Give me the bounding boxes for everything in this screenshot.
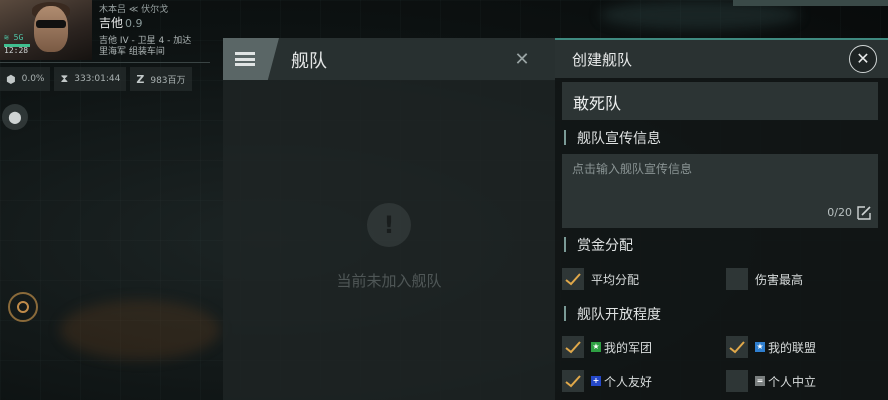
cargo-value: 0.0% (21, 74, 45, 84)
info-icon: ! (367, 203, 411, 247)
promo-char-count: 0/20 (827, 206, 852, 219)
empty-state-text: 当前未加入舰队 (336, 272, 442, 290)
bounty-section-label: 赏金分配 (577, 238, 633, 254)
cargo-stat[interactable]: ⬢ 0.0% (0, 67, 51, 91)
checkmark-icon (565, 273, 581, 286)
promo-input[interactable]: 点击输入舰队宣传信息 0/20 (562, 154, 878, 228)
openness-option-label: 个人友好 (604, 374, 653, 389)
neutral-standing-icon: = (755, 376, 765, 386)
checkbox-checked[interactable] (726, 336, 748, 358)
hourglass-icon: ⧗ (60, 72, 69, 85)
checkmark-icon (565, 375, 581, 388)
openness-option-text: ★ 我的联盟 (755, 339, 816, 356)
fleet-close-button[interactable]: ✕ (511, 49, 533, 71)
openness-option-text: = 个人中立 (755, 373, 816, 390)
checkmark-icon (729, 341, 745, 354)
bounty-section-header: 赏金分配 (562, 233, 882, 257)
avatar-glasses (36, 20, 66, 28)
create-close-button[interactable]: ✕ (849, 45, 877, 73)
security-status: 0.9 (125, 17, 143, 30)
checkbox-checked[interactable] (562, 336, 584, 358)
player-hud: ≋ 5G 12:28 木本吕 ≪ 伏尔戈 吉他 0.9 吉他 IV - 卫星 4 … (0, 0, 215, 100)
stats-row: ⬢ 0.0% ⧗ 333:01:44 Z 983百万 (0, 67, 196, 91)
create-fleet-title: 创建舰队 (572, 51, 633, 69)
openness-option-alliance[interactable]: ★ 我的联盟 (726, 336, 816, 358)
openness-option-text: + 个人友好 (591, 373, 652, 390)
openness-option-label: 个人中立 (768, 374, 817, 389)
section-marker (564, 306, 566, 321)
isk-value: 983百万 (150, 75, 186, 86)
checkbox-checked[interactable] (562, 370, 584, 392)
bounty-option-label: 伤害最高 (755, 272, 804, 287)
fleet-name-value: 敢死队 (573, 94, 622, 113)
fleet-name-field[interactable]: 敢死队 (562, 82, 878, 120)
location-line-2: 里海军 组装车间 (99, 47, 165, 57)
promo-section-label: 舰队宣传信息 (577, 131, 661, 147)
clock-text: 12:28 (4, 46, 29, 55)
skill-timer-value: 333:01:44 (74, 74, 121, 84)
fleet-title: 舰队 (291, 51, 327, 72)
create-fleet-header: 创建舰队 ✕ (555, 38, 888, 78)
close-icon: ✕ (514, 49, 530, 70)
section-marker (564, 130, 566, 145)
create-fleet-panel: 创建舰队 ✕ 敢死队 舰队宣传信息 点击输入舰队宣传信息 0/20 赏金分配 平… (555, 38, 888, 400)
player-name[interactable]: 吉他 0.9 (99, 14, 143, 31)
checkbox-checked[interactable] (562, 268, 584, 290)
location-text[interactable]: 吉他 IV - 卫星 4 - 加达 里海军 组装车间 (99, 36, 191, 58)
location-pin-button[interactable]: ⬤ (2, 104, 28, 130)
avatar[interactable]: ≋ 5G 12:28 (0, 0, 92, 60)
checkbox-unchecked[interactable] (726, 268, 748, 290)
background-glow (60, 300, 220, 360)
checkmark-icon (565, 341, 581, 354)
hud-divider (0, 62, 210, 63)
signal-indicator: ≋ 5G (4, 33, 23, 42)
bounty-option-label: 平均分配 (591, 272, 640, 287)
fleet-header: 舰队 ✕ (223, 38, 555, 80)
bounty-option-top-damage[interactable]: 伤害最高 (726, 268, 803, 290)
close-icon: ✕ (856, 49, 870, 68)
openness-option-friendly[interactable]: + 个人友好 (562, 370, 652, 392)
corp-standing-icon: ★ (591, 342, 601, 352)
openness-option-text: ★ 我的军团 (591, 339, 652, 356)
openness-section-label: 舰队开放程度 (577, 307, 661, 323)
friendly-standing-icon: + (591, 376, 601, 386)
target-icon (17, 301, 29, 313)
openness-option-label: 我的军团 (604, 340, 653, 355)
bounty-option-even[interactable]: 平均分配 (562, 268, 639, 290)
isk-stat[interactable]: Z 983百万 (130, 67, 192, 91)
checkbox-unchecked[interactable] (726, 370, 748, 392)
location-line-1: 吉他 IV - 卫星 4 - 加达 (99, 36, 192, 46)
alliance-standing-icon: ★ (755, 342, 765, 352)
location-pin-icon: ⬤ (8, 110, 22, 124)
isk-icon: Z (136, 72, 145, 86)
target-button[interactable] (8, 292, 38, 322)
avatar-face (34, 6, 68, 52)
promo-placeholder: 点击输入舰队宣传信息 (572, 162, 693, 176)
menu-button[interactable] (223, 38, 279, 80)
openness-option-neutral[interactable]: = 个人中立 (726, 370, 816, 392)
wifi-icon: ≋ (4, 33, 9, 42)
promo-section-header: 舰队宣传信息 (562, 126, 882, 150)
openness-option-label: 我的联盟 (768, 340, 817, 355)
skill-timer-stat[interactable]: ⧗ 333:01:44 (54, 67, 127, 91)
section-marker (564, 237, 566, 252)
menu-icon (235, 52, 255, 66)
cube-icon: ⬢ (6, 72, 16, 86)
player-name-text: 吉他 (99, 16, 124, 30)
fleet-panel: 舰队 ✕ ! 当前未加入舰队 (223, 38, 555, 400)
openness-option-corp[interactable]: ★ 我的军团 (562, 336, 652, 358)
top-strip (733, 0, 888, 6)
openness-section-header: 舰队开放程度 (562, 302, 882, 326)
edit-icon[interactable] (856, 205, 872, 221)
signal-text: 5G (13, 33, 24, 42)
